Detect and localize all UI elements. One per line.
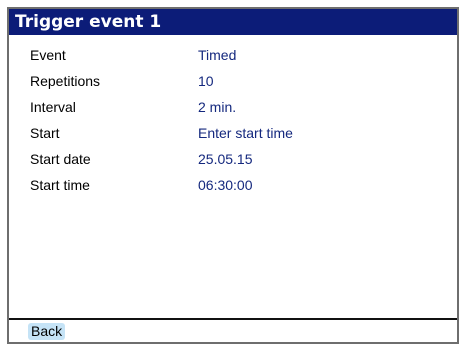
setting-row-interval[interactable]: Interval 2 min. <box>9 97 457 117</box>
setting-row-repetitions[interactable]: Repetitions 10 <box>9 71 457 91</box>
setting-label: Event <box>30 47 66 63</box>
setting-label: Start date <box>30 151 91 167</box>
setting-row-start-time[interactable]: Start time 06:30:00 <box>9 175 457 195</box>
setting-value[interactable]: 25.05.15 <box>198 149 253 169</box>
trigger-event-window: Trigger event 1 Event Timed Repetitions … <box>7 7 459 344</box>
setting-row-event[interactable]: Event Timed <box>9 45 457 65</box>
setting-value[interactable]: 06:30:00 <box>198 175 253 195</box>
setting-row-start[interactable]: Start Enter start time <box>9 123 457 143</box>
setting-value[interactable]: Enter start time <box>198 123 293 143</box>
setting-value[interactable]: 10 <box>198 71 214 91</box>
setting-label: Repetitions <box>30 73 101 89</box>
back-button[interactable]: Back <box>28 323 66 340</box>
footer-divider <box>9 318 457 320</box>
setting-row-start-date[interactable]: Start date 25.05.15 <box>9 149 457 169</box>
setting-value[interactable]: Timed <box>198 45 236 65</box>
setting-label: Interval <box>30 99 76 115</box>
setting-label: Start time <box>30 177 90 193</box>
setting-label: Start <box>30 125 60 141</box>
setting-value[interactable]: 2 min. <box>198 97 236 117</box>
window-title: Trigger event 1 <box>9 9 457 35</box>
